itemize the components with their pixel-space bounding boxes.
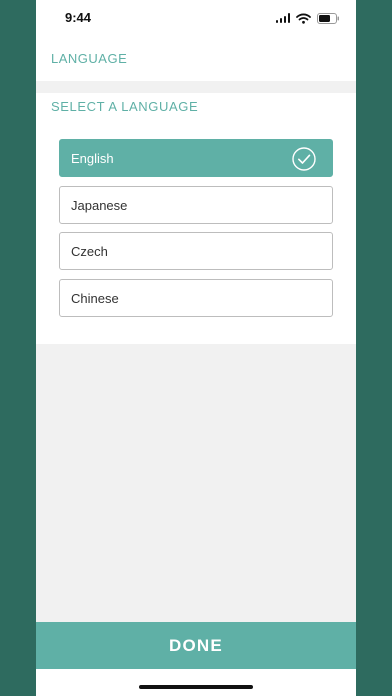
done-button-label: DONE [169, 635, 223, 655]
language-panel: SELECT A LANGUAGE English Japanese Czech… [36, 93, 356, 344]
checkmark-circle-icon [292, 147, 316, 171]
status-icons [275, 12, 341, 24]
home-indicator[interactable] [139, 685, 253, 689]
language-option-label: Chinese [71, 290, 119, 306]
header: LANGUAGE [36, 36, 356, 81]
done-button[interactable]: DONE [36, 622, 356, 669]
language-option-english[interactable]: English [59, 139, 333, 177]
language-option-label: English [71, 151, 114, 166]
status-bar: 9:44 [36, 0, 356, 36]
page-title: LANGUAGE [51, 51, 128, 66]
language-option-label: Czech [71, 244, 108, 259]
battery-icon [317, 12, 340, 24]
language-option-label: Japanese [71, 197, 128, 213]
signal-icon [275, 13, 290, 23]
status-time: 9:44 [65, 10, 92, 25]
home-indicator-area [36, 669, 356, 696]
section-title: SELECT A LANGUAGE [51, 99, 199, 114]
language-option-czech[interactable]: Czech [59, 232, 333, 270]
wifi-icon [296, 13, 311, 24]
language-option-japanese[interactable]: Japanese [59, 185, 333, 224]
language-list: English Japanese Czech Chinese [59, 139, 333, 325]
app-screen: 9:44 LANGUAGE SELECT A LANGUAGE English … [36, 0, 356, 696]
language-option-chinese[interactable]: Chinese [59, 278, 333, 317]
